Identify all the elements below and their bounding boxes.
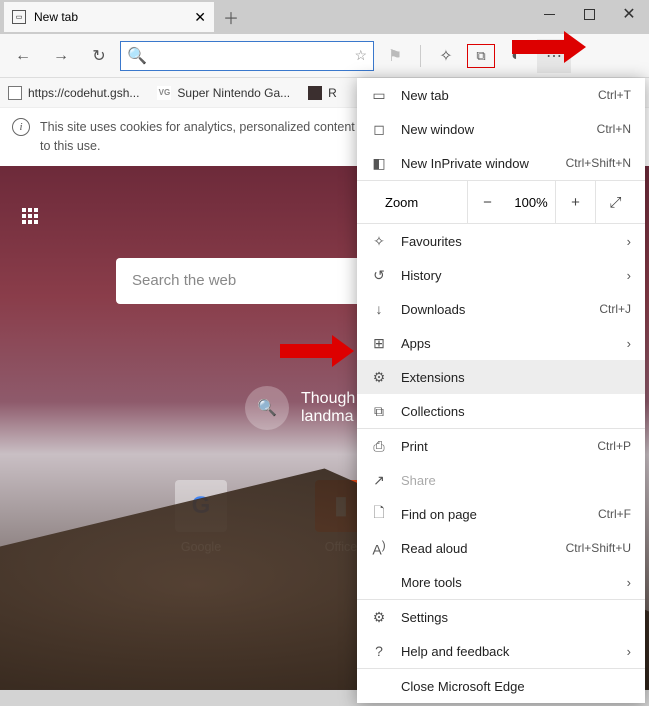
menu-print[interactable]: ⎙ Print Ctrl+P (357, 429, 645, 463)
apps-grid-icon[interactable] (22, 208, 40, 226)
bookmark-label: R (328, 86, 337, 100)
menu-new-window[interactable]: ◻ New window Ctrl+N (357, 112, 645, 146)
annotation-arrow (280, 344, 332, 358)
menu-favourites[interactable]: ✧ Favourites › (357, 224, 645, 258)
site-icon (308, 86, 322, 100)
gear-icon: ⚙ (371, 609, 387, 626)
menu-more-tools[interactable]: More tools › (357, 565, 645, 599)
search-placeholder: Search the web (132, 272, 236, 289)
menu-extensions[interactable]: ⚙ Extensions (357, 360, 645, 394)
menu-downloads[interactable]: ↓ Downloads Ctrl+J (357, 292, 645, 326)
separator (420, 45, 421, 67)
favourite-icon[interactable]: ☆ (354, 47, 367, 64)
quick-links: G Google ▮ Office (174, 480, 368, 554)
favourites-hub-icon[interactable]: ✧ (429, 39, 463, 73)
window-icon: ◻ (371, 121, 387, 138)
banner-text: This site uses cookies for analytics, pe… (40, 118, 372, 156)
print-icon: ⎙ (371, 438, 387, 455)
more-menu: ▭ New tab Ctrl+T ◻ New window Ctrl+N ◧ N… (357, 78, 645, 703)
address-bar[interactable]: 🔍 ☆ (120, 41, 374, 71)
zoom-label: Zoom (357, 195, 467, 210)
site-icon: VG (157, 86, 171, 100)
chevron-right-icon: › (627, 575, 631, 590)
tab-favicon-icon: ▭ (12, 10, 26, 24)
bookmark-label: https://codehut.gsh... (28, 86, 139, 100)
chevron-right-icon: › (627, 336, 631, 351)
chevron-right-icon: › (627, 644, 631, 659)
menu-help[interactable]: ? Help and feedback › (357, 634, 645, 668)
menu-inprivate[interactable]: ◧ New InPrivate window Ctrl+Shift+N (357, 146, 645, 180)
feed-text: Though landma (301, 390, 355, 426)
chevron-right-icon: › (627, 268, 631, 283)
collections-icon: ⧉ (371, 403, 387, 420)
close-window-button[interactable]: ✕ (609, 0, 649, 28)
collections-icon[interactable]: ⧉ (467, 44, 495, 68)
extensions-icon: ⚙ (371, 369, 387, 386)
read-aloud-icon: A) (371, 539, 387, 558)
tab-strip: ▭ New tab ✕ ＋ (0, 0, 246, 32)
menu-collections[interactable]: ⧉ Collections (357, 394, 645, 428)
maximize-button[interactable] (569, 0, 609, 28)
bookmark-label: Super Nintendo Ga... (177, 86, 290, 100)
browser-window: ▭ New tab ✕ ＋ ✕ ← → ↻ 🔍 ☆ ⚑ ✧ ⧉ ◐ ⋯ (0, 0, 649, 706)
help-icon: ? (371, 643, 387, 659)
magnify-icon: 🔍 (245, 386, 289, 430)
menu-zoom: Zoom − 100% + ⤢ (357, 181, 645, 223)
page-icon (8, 86, 22, 100)
back-button[interactable]: ← (6, 39, 40, 73)
fullscreen-button[interactable]: ⤢ (595, 181, 635, 223)
menu-new-tab[interactable]: ▭ New tab Ctrl+T (357, 78, 645, 112)
zoom-in-button[interactable]: + (555, 181, 595, 223)
tab-title: New tab (34, 10, 78, 24)
menu-read-aloud[interactable]: A) Read aloud Ctrl+Shift+U (357, 531, 645, 565)
address-input[interactable] (153, 48, 349, 63)
feed-widget[interactable]: 🔍 Though landma (245, 386, 355, 430)
annotation-arrow (512, 40, 564, 54)
share-icon: ↗ (371, 472, 387, 489)
menu-apps[interactable]: ⊞ Apps › (357, 326, 645, 360)
menu-settings[interactable]: ⚙ Settings (357, 600, 645, 634)
window-icon: ▭ (371, 87, 387, 104)
forward-button[interactable]: → (44, 39, 78, 73)
zoom-value: 100% (507, 195, 555, 210)
apps-icon: ⊞ (371, 335, 387, 352)
tile-label: Google (181, 540, 221, 554)
download-icon: ↓ (371, 301, 387, 317)
menu-close-edge[interactable]: Close Microsoft Edge (357, 669, 645, 703)
bookmark-item[interactable]: VG Super Nintendo Ga... (157, 86, 290, 100)
info-icon: i (12, 118, 30, 136)
new-tab-button[interactable]: ＋ (216, 2, 246, 32)
bookmark-item[interactable]: R (308, 86, 337, 100)
find-icon: 🗋 (371, 502, 387, 526)
title-bar: ▭ New tab ✕ ＋ ✕ (0, 0, 649, 34)
window-controls: ✕ (529, 0, 649, 28)
menu-find[interactable]: 🗋 Find on page Ctrl+F (357, 497, 645, 531)
history-icon: ↺ (371, 267, 387, 284)
tab-active[interactable]: ▭ New tab ✕ (4, 2, 214, 32)
bookmark-item[interactable]: https://codehut.gsh... (8, 86, 139, 100)
refresh-button[interactable]: ↻ (82, 39, 116, 73)
tile-label: Office (325, 540, 357, 554)
tab-close-icon[interactable]: ✕ (194, 9, 206, 26)
reading-view-icon[interactable]: ⚑ (378, 39, 412, 73)
zoom-out-button[interactable]: − (467, 181, 507, 223)
inprivate-icon: ◧ (371, 155, 387, 172)
search-icon: 🔍 (127, 46, 147, 66)
google-icon: G (175, 480, 227, 532)
quick-link-google[interactable]: G Google (174, 480, 228, 554)
menu-share: ↗ Share (357, 463, 645, 497)
menu-history[interactable]: ↺ History › (357, 258, 645, 292)
minimize-button[interactable] (529, 0, 569, 28)
star-icon: ✧ (371, 233, 387, 250)
chevron-right-icon: › (627, 234, 631, 249)
